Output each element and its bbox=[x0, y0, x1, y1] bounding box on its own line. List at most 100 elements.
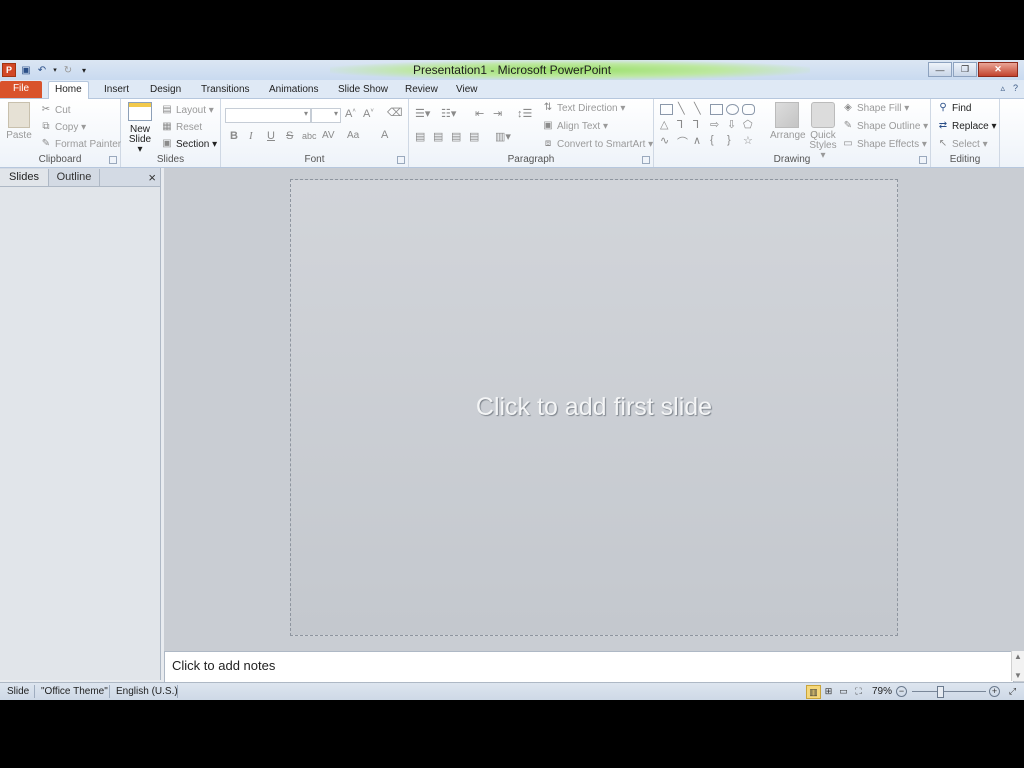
minimize-ribbon-icon[interactable]: ▵ bbox=[1000, 83, 1005, 94]
rectangle-shape-icon[interactable] bbox=[710, 104, 723, 115]
tab-outline[interactable]: Outline bbox=[49, 169, 100, 186]
numbering-icon[interactable]: ☷▾ bbox=[441, 107, 456, 120]
zoom-in-icon[interactable]: + bbox=[989, 686, 1000, 697]
zoom-level[interactable]: 79% bbox=[872, 686, 892, 697]
pentagon-shape-icon[interactable]: ⬠ bbox=[743, 118, 753, 131]
oval-shape-icon[interactable] bbox=[726, 104, 739, 115]
clear-formatting-icon[interactable]: ⌫ bbox=[387, 106, 403, 119]
tab-slides[interactable]: Slides bbox=[0, 169, 49, 186]
slide-canvas[interactable]: Click to add first slide bbox=[290, 179, 898, 636]
zoom-out-icon[interactable]: − bbox=[896, 686, 907, 697]
arrange-button[interactable]: Arrange bbox=[770, 102, 806, 141]
select-button[interactable]: ↖ Select ▾ bbox=[937, 138, 988, 150]
zoom-slider-thumb[interactable] bbox=[937, 686, 945, 698]
scroll-down-icon[interactable]: ▼ bbox=[1014, 671, 1022, 680]
align-center-icon[interactable]: ▤ bbox=[433, 130, 443, 143]
notes-scrollbar[interactable]: ▲ ▼ bbox=[1011, 651, 1024, 681]
bullets-icon[interactable]: ☰▾ bbox=[415, 107, 430, 120]
grow-font-icon[interactable]: A˄ bbox=[345, 108, 356, 120]
brace-shape-icon[interactable]: { bbox=[710, 134, 714, 146]
section-button[interactable]: ▣ Section ▾ bbox=[161, 138, 217, 150]
freeform-shape-icon[interactable]: ∧ bbox=[693, 134, 701, 147]
justify-icon[interactable]: ▤ bbox=[469, 130, 479, 143]
elbow-connector-icon[interactable]: ⅂ bbox=[693, 118, 699, 131]
tab-file[interactable]: File bbox=[0, 81, 42, 98]
new-slide-button[interactable]: New Slide ▾ bbox=[125, 102, 155, 155]
tab-animations[interactable]: Animations bbox=[263, 82, 324, 98]
help-icon[interactable]: ? bbox=[1013, 83, 1018, 94]
layout-button[interactable]: ▤ Layout ▾ bbox=[161, 104, 214, 116]
restore-icon[interactable]: ❐ bbox=[953, 62, 977, 77]
font-name-select[interactable]: ▾ bbox=[225, 108, 311, 123]
line-spacing-icon[interactable]: ↕☰ bbox=[517, 107, 532, 120]
elbow-connector-icon[interactable]: ⅂ bbox=[677, 118, 683, 131]
reset-button[interactable]: ▦ Reset bbox=[161, 121, 202, 133]
align-right-icon[interactable]: ▤ bbox=[451, 130, 461, 143]
tab-transitions[interactable]: Transitions bbox=[195, 82, 256, 98]
shape-effects-button[interactable]: ▭ Shape Effects ▾ bbox=[842, 138, 927, 150]
slide-show-view-icon[interactable]: ⛶ bbox=[852, 685, 865, 697]
notes-placeholder[interactable]: Click to add notes bbox=[172, 658, 275, 673]
line-shape-icon[interactable]: ╲ bbox=[694, 102, 701, 115]
replace-button[interactable]: ⇄ Replace ▾ bbox=[937, 120, 997, 132]
italic-button[interactable]: I bbox=[249, 130, 253, 142]
paragraph-launcher-icon[interactable] bbox=[642, 156, 650, 164]
shape-fill-button[interactable]: ◈ Shape Fill ▾ bbox=[842, 102, 909, 114]
zoom-slider[interactable] bbox=[912, 691, 986, 692]
scroll-up-icon[interactable]: ▲ bbox=[1014, 652, 1022, 661]
tab-design[interactable]: Design bbox=[144, 82, 187, 98]
add-first-slide-placeholder[interactable]: Click to add first slide bbox=[291, 393, 897, 422]
text-shadow-button[interactable]: abc bbox=[302, 131, 317, 141]
tab-review[interactable]: Review bbox=[399, 82, 444, 98]
language-indicator[interactable]: English (U.S.) bbox=[116, 686, 178, 697]
format-painter-button[interactable]: ✎ Format Painter bbox=[40, 138, 121, 150]
character-spacing-button[interactable]: AV bbox=[322, 130, 335, 141]
drawing-launcher-icon[interactable] bbox=[919, 156, 927, 164]
shape-outline-button[interactable]: ✎ Shape Outline ▾ bbox=[842, 120, 928, 132]
tab-home[interactable]: Home bbox=[48, 81, 89, 99]
right-arrow-shape-icon[interactable]: ⇨ bbox=[710, 118, 719, 131]
copy-button[interactable]: ⧉ Copy ▾ bbox=[40, 121, 86, 133]
slide-sorter-view-icon[interactable]: ⊞ bbox=[822, 685, 835, 697]
theme-name[interactable]: "Office Theme" bbox=[41, 686, 108, 697]
rounded-rect-shape-icon[interactable] bbox=[742, 104, 755, 115]
minimize-icon[interactable]: — bbox=[928, 62, 952, 77]
star-shape-icon[interactable]: ☆ bbox=[743, 134, 753, 147]
paste-button[interactable]: Paste bbox=[5, 102, 33, 141]
font-launcher-icon[interactable] bbox=[397, 156, 405, 164]
find-button[interactable]: ⚲ Find bbox=[937, 102, 971, 114]
cut-button[interactable]: ✂ Cut bbox=[40, 104, 71, 116]
tab-view[interactable]: View bbox=[450, 82, 484, 98]
down-arrow-shape-icon[interactable]: ⇩ bbox=[727, 118, 736, 131]
shapes-gallery[interactable]: ╲ ╲ △ ⅂ ⅂ ⇨ ⇩ ⬠ ∿ ⌒ ∧ { } ☆ bbox=[658, 102, 764, 150]
columns-icon[interactable]: ▥▾ bbox=[495, 130, 511, 143]
tab-insert[interactable]: Insert bbox=[98, 82, 135, 98]
quick-styles-button[interactable]: Quick Styles ▾ bbox=[806, 102, 840, 161]
font-size-select[interactable]: ▾ bbox=[311, 108, 341, 123]
clipboard-launcher-icon[interactable] bbox=[109, 156, 117, 164]
brace-shape-icon[interactable]: } bbox=[727, 134, 731, 146]
triangle-shape-icon[interactable]: △ bbox=[660, 118, 668, 131]
notes-pane[interactable]: Click to add notes bbox=[164, 651, 1014, 683]
bold-button[interactable]: B bbox=[230, 130, 238, 142]
curve-shape-icon[interactable]: ∿ bbox=[660, 134, 669, 147]
strikethrough-button[interactable]: S bbox=[286, 130, 293, 142]
change-case-button[interactable]: Aa bbox=[347, 130, 359, 141]
increase-indent-icon[interactable]: ⇥ bbox=[493, 107, 502, 120]
decrease-indent-icon[interactable]: ⇤ bbox=[475, 107, 484, 120]
shrink-font-icon[interactable]: A˅ bbox=[363, 108, 374, 120]
close-pane-icon[interactable]: × bbox=[148, 170, 156, 185]
reading-view-icon[interactable]: ▭ bbox=[837, 685, 850, 697]
textbox-shape-icon[interactable] bbox=[660, 104, 673, 115]
align-text-button[interactable]: ▣ Align Text ▾ bbox=[542, 120, 608, 132]
tab-slide-show[interactable]: Slide Show bbox=[332, 82, 394, 98]
fit-to-window-icon[interactable]: ⤢ bbox=[1006, 685, 1019, 697]
close-icon[interactable]: ✕ bbox=[978, 62, 1018, 77]
font-color-button[interactable]: A bbox=[381, 129, 388, 141]
convert-smartart-button[interactable]: ⧈ Convert to SmartArt ▾ bbox=[542, 138, 653, 150]
align-left-icon[interactable]: ▤ bbox=[415, 130, 425, 143]
text-direction-button[interactable]: ⇅ Text Direction ▾ bbox=[542, 102, 626, 114]
arc-shape-icon[interactable]: ⌒ bbox=[677, 134, 688, 150]
underline-button[interactable]: U bbox=[267, 130, 275, 142]
normal-view-icon[interactable]: ▥ bbox=[806, 685, 821, 699]
